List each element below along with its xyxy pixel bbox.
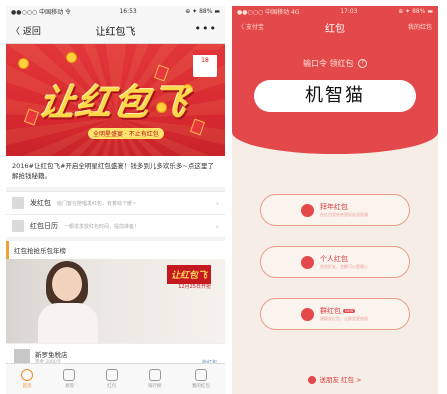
clock-text: 17:03 bbox=[340, 8, 358, 15]
banner-slogan: 全明星盛宴 · 不止有红包 bbox=[88, 128, 164, 139]
section-title: 红包抢抢乐包年榜 bbox=[6, 241, 225, 259]
body-shape bbox=[38, 303, 98, 343]
help-icon[interactable]: ? bbox=[358, 59, 368, 68]
intro-text: 2016#让红包飞#开启全明星红包盛宴！钱多到儿多欢乐多~点这里了解抢钱秘籍。 bbox=[6, 156, 225, 187]
menu-item-desc: 一眼进发放红包时间，提前准备！ bbox=[64, 223, 140, 230]
battery-text: ⊕ ✦ 88% ▬ bbox=[185, 8, 220, 15]
status-bar: ●●○○○ 中国移动 令 16:53 ⊕ ✦ 88% ▬ bbox=[6, 6, 225, 17]
nav-bar: 〈 返回 让红包飞 ••• bbox=[6, 17, 225, 44]
coin-icon bbox=[18, 58, 29, 69]
tab-home[interactable]: 首页 bbox=[21, 369, 34, 389]
menu-item-calendar[interactable]: 红包日历 一眼进发放红包时间，提前准备！ › bbox=[6, 214, 225, 237]
banner-headline: 让红包飞 bbox=[35, 83, 192, 124]
personal-packet-button[interactable]: 个人红包 发给好友，金额可以更随心 bbox=[260, 246, 410, 278]
battery-text: ⊕ ✦ 88% ▬ bbox=[398, 8, 433, 15]
discover-icon bbox=[63, 369, 76, 381]
tab-label: 红包 bbox=[107, 384, 117, 389]
button-label-row: 群红包 NEW bbox=[320, 306, 368, 316]
chevron-right-icon: › bbox=[215, 198, 219, 208]
code-prompt-text: 输口令 领红包 bbox=[302, 59, 354, 68]
tab-label: 发现 bbox=[64, 384, 74, 389]
send-icon bbox=[12, 197, 24, 209]
status-bar: ●●○○○ 中国移动 4G 17:03 ⊕ ✦ 88% ▬ bbox=[232, 6, 438, 17]
button-desc: 在红包里给亲朋好友送祝福 bbox=[320, 212, 368, 217]
new-badge: NEW bbox=[343, 309, 356, 313]
code-prompt: 输口令 领红包 ? bbox=[232, 58, 438, 69]
menu-item-label: 红包日历 bbox=[30, 222, 58, 230]
carrier-text: ●●○○○ 中国移动 令 bbox=[11, 9, 71, 16]
my-packets-link[interactable]: 我的红包 bbox=[408, 22, 432, 31]
tab-ranking[interactable]: 排行榜 bbox=[148, 369, 162, 389]
right-phone-screen: ●●○○○ 中国移动 4G 17:03 ⊕ ✦ 88% ▬ 〈 支付宝 红包 我… bbox=[232, 6, 438, 394]
home-icon bbox=[21, 369, 34, 381]
carrier-text: ●●○○○ 中国移动 4G bbox=[237, 9, 300, 16]
page-title: 让红包飞 bbox=[95, 27, 136, 38]
footer-text: 送朋友 红包 > bbox=[319, 376, 362, 384]
nav-bar: 〈 支付宝 红包 我的红包 bbox=[232, 18, 438, 38]
calendar-day: 18 bbox=[201, 57, 209, 64]
group-packet-button[interactable]: 群红包 NEW 建群发红包，让群里更热闹 bbox=[260, 298, 410, 330]
menu-item-label: 发红包 bbox=[30, 199, 51, 207]
chevron-right-icon: › bbox=[215, 221, 219, 231]
red-packet-icon bbox=[105, 369, 118, 381]
more-button[interactable]: ••• bbox=[195, 22, 217, 35]
tab-label: 排行榜 bbox=[148, 384, 162, 389]
clock-text: 16:53 bbox=[119, 8, 137, 15]
left-phone-screen: ●●○○○ 中国移动 令 16:53 ⊕ ✦ 88% ▬ 〈 返回 让红包飞 •… bbox=[6, 6, 225, 394]
promo-logo: 让红包飞 bbox=[166, 265, 211, 284]
tab-bar: 首页 发现 红包 排行榜 我的红包 bbox=[6, 363, 225, 394]
send-friend-link[interactable]: 送朋友 红包 > bbox=[232, 374, 438, 384]
button-label: 群红包 bbox=[320, 307, 341, 315]
tab-my-packets[interactable]: 我的红包 bbox=[192, 369, 210, 389]
shop-name: 新罗免税店 bbox=[35, 351, 68, 359]
button-desc: 发给好友，金额可以更随心 bbox=[320, 264, 368, 269]
gift-icon bbox=[308, 376, 317, 384]
button-desc: 建群发红包，让群里更热闹 bbox=[320, 316, 368, 321]
calendar-icon: 18 bbox=[193, 50, 217, 77]
button-label: 拜年红包 bbox=[320, 203, 348, 211]
button-label: 个人红包 bbox=[320, 255, 348, 263]
campaign-banner[interactable]: 18 让红包飞 全明星盛宴 · 不止有红包 bbox=[6, 44, 225, 156]
promo-subtext: 12月25日开抢 bbox=[178, 284, 211, 290]
code-input[interactable]: 机智猫 bbox=[254, 80, 416, 112]
new-year-packet-button[interactable]: 拜年红包 在红包里给亲朋好友送祝福 bbox=[260, 194, 410, 226]
user-icon bbox=[194, 369, 207, 381]
menu-list: 发红包 给门客在陪唱发红包，有着综个暖~ › 红包日历 一眼进发放红包时间，提前… bbox=[6, 191, 225, 237]
tab-discover[interactable]: 发现 bbox=[63, 369, 76, 389]
group-icon bbox=[301, 307, 314, 321]
menu-item-send-red-packet[interactable]: 发红包 给门客在陪唱发红包，有着综个暖~ › bbox=[6, 191, 225, 214]
tab-label: 首页 bbox=[22, 384, 32, 389]
coin-icon bbox=[66, 52, 77, 63]
celebrity-photo bbox=[36, 261, 98, 343]
lantern-icon bbox=[301, 203, 314, 217]
ranking-icon bbox=[148, 369, 161, 381]
face-shape bbox=[52, 267, 82, 301]
menu-item-desc: 给门客在陪唱发红包，有着综个暖~ bbox=[57, 200, 137, 207]
promo-card[interactable]: 让红包飞 12月25日开抢 bbox=[6, 259, 225, 343]
tab-red-packet[interactable]: 红包 bbox=[105, 369, 118, 389]
calendar-list-icon bbox=[12, 220, 24, 232]
tab-label: 我的红包 bbox=[191, 384, 210, 389]
person-icon bbox=[301, 255, 314, 269]
